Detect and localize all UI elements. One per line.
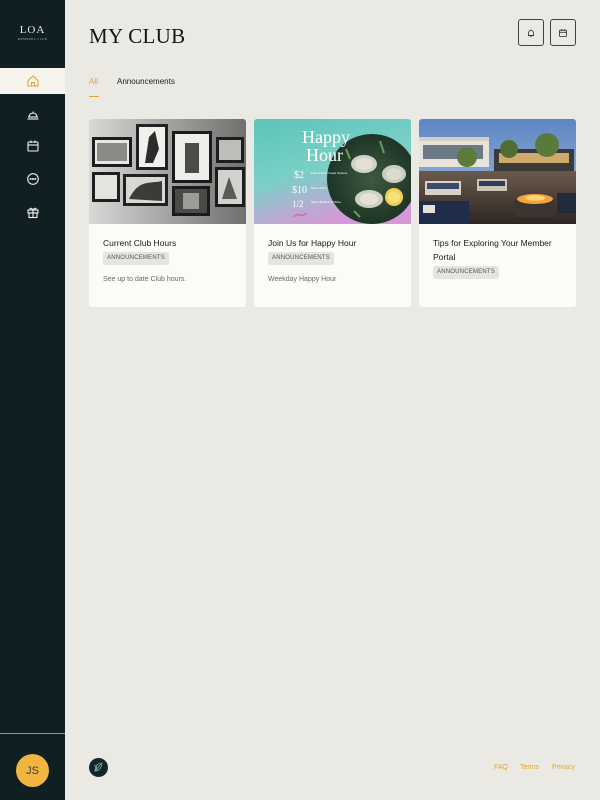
sidebar-item-events[interactable] bbox=[0, 133, 65, 159]
sidebar-item-perks[interactable] bbox=[0, 199, 65, 225]
gift-icon bbox=[26, 207, 39, 219]
footer-link-faq[interactable]: FAQ bbox=[494, 764, 508, 771]
card-description: Weekday Happy Hour bbox=[268, 276, 337, 283]
card-title: Tips for Exploring Your Member Portal bbox=[433, 238, 552, 262]
card-description: See up to date Club hours. bbox=[103, 276, 187, 283]
announcement-card[interactable]: Tips for Exploring Your Member Portal AN… bbox=[419, 119, 576, 307]
gallery-wall-photo bbox=[89, 119, 246, 224]
promo-price-1: $2 bbox=[294, 170, 304, 181]
chat-icon bbox=[26, 173, 39, 185]
card-title: Current Club Hours bbox=[103, 238, 177, 248]
category-badge: ANNOUNCEMENTS bbox=[268, 252, 334, 265]
logo-subtext: MEMBERS CLUB bbox=[17, 37, 48, 41]
category-badge: ANNOUNCEMENTS bbox=[103, 252, 169, 265]
avatar-initials: JS bbox=[26, 764, 39, 777]
avatar[interactable]: JS bbox=[16, 754, 49, 787]
promo-headline-2: Hour bbox=[306, 145, 343, 165]
footer-logo bbox=[89, 758, 108, 777]
page-title: MY CLUB bbox=[89, 24, 186, 48]
sidebar-item-messages[interactable] bbox=[0, 166, 65, 192]
calendar-icon bbox=[26, 140, 39, 152]
tab-all[interactable]: All bbox=[89, 77, 98, 86]
promo-headline-1: Happy bbox=[302, 127, 350, 147]
calendar-button[interactable] bbox=[550, 19, 576, 46]
happy-hour-oysters-photo: Happy Hour $2 East & West Coast Oysters … bbox=[254, 119, 411, 224]
category-badge: ANNOUNCEMENTS bbox=[433, 266, 499, 279]
bell-icon bbox=[528, 29, 534, 37]
sidebar-item-dining[interactable] bbox=[0, 101, 65, 127]
promo-item-3: Select Bottles Of Wine bbox=[311, 200, 341, 204]
club-logo[interactable]: LOA MEMBERS CLUB bbox=[0, 24, 65, 41]
tab-announcements[interactable]: Announcements bbox=[117, 77, 175, 86]
notifications-button[interactable] bbox=[518, 19, 544, 46]
footer-link-terms[interactable]: Terms bbox=[520, 764, 539, 771]
sidebar-item-home[interactable] bbox=[0, 68, 65, 94]
footer-link-privacy[interactable]: Privacy bbox=[552, 764, 575, 771]
home-icon bbox=[26, 75, 39, 87]
promo-price-2: $10 bbox=[292, 185, 307, 196]
promo-item-1: East & West Coast Oysters bbox=[311, 171, 348, 175]
calendar-icon bbox=[559, 28, 567, 37]
rooftop-terrace-photo bbox=[419, 119, 576, 224]
card-title: Join Us for Happy Hour bbox=[268, 238, 357, 248]
leaf-emblem-icon bbox=[93, 762, 103, 772]
promo-price-3: 1/2 bbox=[292, 199, 304, 209]
cloche-icon bbox=[27, 111, 38, 120]
sidebar: LOA MEMBERS CLUB JS bbox=[0, 0, 65, 800]
tab-active-indicator bbox=[89, 96, 99, 97]
announcement-card[interactable]: Current Club Hours ANNOUNCEMENTS See up … bbox=[89, 119, 246, 307]
promo-item-2: Select Wine bbox=[311, 186, 327, 190]
logo-text: LOA bbox=[19, 24, 46, 36]
announcement-card[interactable]: Happy Hour $2 East & West Coast Oysters … bbox=[254, 119, 411, 307]
sidebar-divider bbox=[0, 733, 65, 734]
